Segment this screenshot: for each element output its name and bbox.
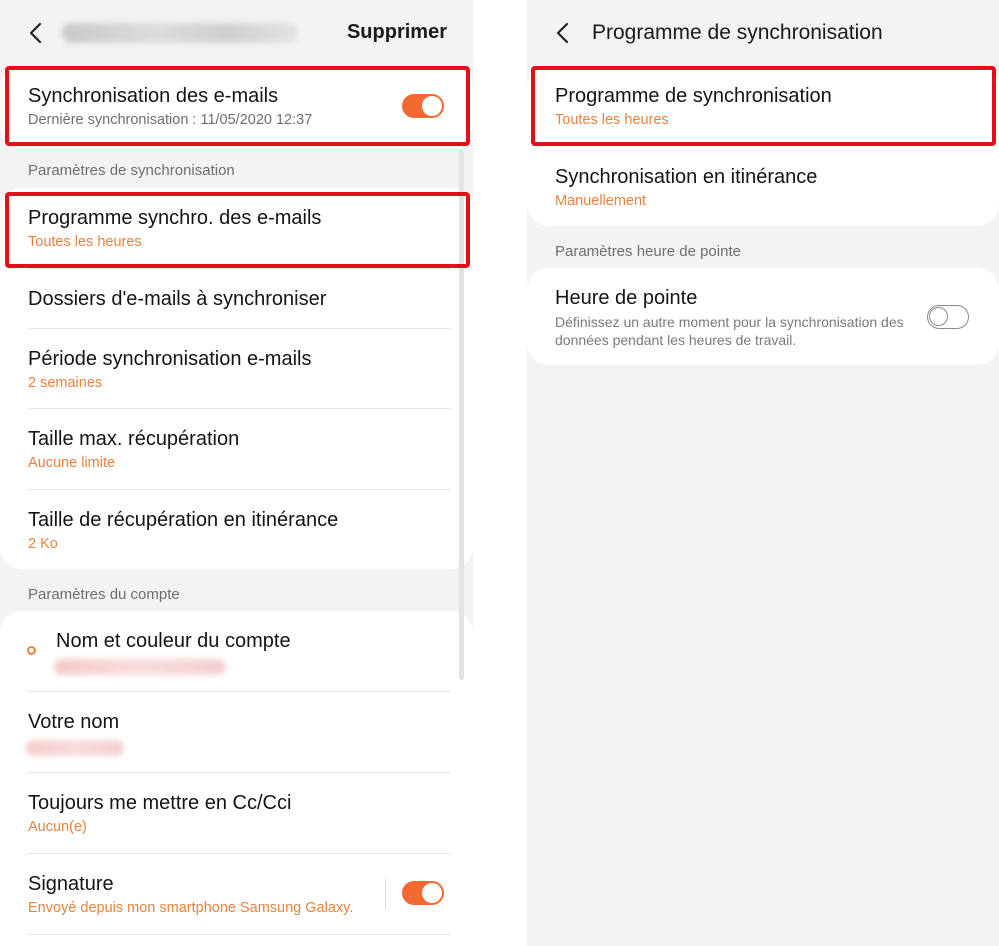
toggle-separator xyxy=(385,879,386,909)
sync-schedule-row[interactable]: Programme synchro. des e-mails Toutes le… xyxy=(0,188,473,268)
divider xyxy=(28,934,451,935)
sync-emails-card: Synchronisation des e-mails Dernière syn… xyxy=(0,66,473,146)
back-arrow-icon[interactable] xyxy=(551,20,575,46)
sync-schedule-row[interactable]: Programme de synchronisation Toutes les … xyxy=(527,66,999,146)
peak-settings-card: Heure de pointe Définissez un autre mome… xyxy=(527,268,999,365)
peak-time-title: Heure de pointe xyxy=(555,287,698,309)
account-name-color-title: Nom et couleur du compte xyxy=(56,630,291,652)
signature-row[interactable]: Signature Envoyé depuis mon smartphone S… xyxy=(0,854,473,934)
peak-time-description: Définissez un autre moment pour la synch… xyxy=(555,314,904,348)
signature-value: Envoyé depuis mon smartphone Samsung Gal… xyxy=(28,900,354,916)
your-name-title: Votre nom xyxy=(28,711,120,733)
sync-schedule-value: Toutes les heures xyxy=(555,112,669,128)
sync-emails-toggle[interactable] xyxy=(402,94,444,118)
last-sync-text: Dernière synchronisation : 11/05/2020 12… xyxy=(28,112,313,128)
roaming-retrieval-size-value: 2 Ko xyxy=(28,536,58,552)
scrollbar[interactable] xyxy=(459,150,464,680)
sync-settings-section-label: Paramètres de synchronisation xyxy=(28,162,235,179)
always-cc-row[interactable]: Toujours me mettre en Cc/Cci Aucun(e) xyxy=(0,773,473,853)
sync-schedule-value: Toutes les heures xyxy=(28,234,142,250)
folders-to-sync-row[interactable]: Dossiers d'e-mails à synchroniser xyxy=(0,269,473,329)
account-settings-card: Nom et couleur du compte Votre nom Toujo… xyxy=(0,611,473,946)
your-name-row[interactable]: Votre nom xyxy=(0,692,473,772)
roaming-retrieval-size-row[interactable]: Taille de récupération en itinérance 2 K… xyxy=(0,490,473,569)
top-app-bar: Supprimer xyxy=(0,0,473,66)
always-cc-title: Toujours me mettre en Cc/Cci xyxy=(28,792,292,814)
max-retrieval-size-row[interactable]: Taille max. récupération Aucune limite xyxy=(0,409,473,489)
max-retrieval-size-title: Taille max. récupération xyxy=(28,428,240,450)
signature-toggle[interactable] xyxy=(402,881,444,905)
sync-emails-row[interactable]: Synchronisation des e-mails Dernière syn… xyxy=(0,66,473,146)
roaming-sync-value: Manuellement xyxy=(555,193,647,209)
roaming-retrieval-size-title: Taille de récupération en itinérance xyxy=(28,509,339,531)
roaming-sync-row[interactable]: Synchronisation en itinérance Manuelleme… xyxy=(527,147,999,226)
back-arrow-icon[interactable] xyxy=(24,20,48,46)
sync-schedule-title: Programme synchro. des e-mails xyxy=(28,207,322,229)
sync-schedule-title: Programme de synchronisation xyxy=(555,85,832,107)
sync-period-row[interactable]: Période synchronisation e-mails 2 semain… xyxy=(0,329,473,409)
circle-outline-icon xyxy=(27,646,36,655)
max-retrieval-size-value: Aucune limite xyxy=(28,455,116,471)
sync-settings-card: Programme synchro. des e-mails Toutes le… xyxy=(0,188,473,569)
sync-period-value: 2 semaines xyxy=(28,375,103,391)
roaming-sync-title: Synchronisation en itinérance xyxy=(555,166,818,188)
peak-time-row[interactable]: Heure de pointe Définissez un autre mome… xyxy=(527,268,999,365)
always-cc-value: Aucun(e) xyxy=(28,819,87,835)
your-name-value xyxy=(26,740,124,756)
sync-emails-title: Synchronisation des e-mails xyxy=(28,85,279,107)
sync-schedule-screen: Programme de synchronisation Programme d… xyxy=(527,0,999,946)
sync-period-title: Période synchronisation e-mails xyxy=(28,348,312,370)
account-name-value xyxy=(54,659,226,675)
top-app-bar: Programme de synchronisation xyxy=(527,0,999,66)
folders-to-sync-title: Dossiers d'e-mails à synchroniser xyxy=(28,288,327,310)
account-name-color-row[interactable]: Nom et couleur du compte xyxy=(0,611,473,691)
signature-title: Signature xyxy=(28,873,114,895)
peak-time-toggle[interactable] xyxy=(927,305,969,329)
peak-settings-section-label: Paramètres heure de pointe xyxy=(555,243,741,260)
delete-button[interactable]: Supprimer xyxy=(347,21,447,44)
page-title: Programme de synchronisation xyxy=(592,21,883,44)
account-settings-screen: Supprimer Synchronisation des e-mails De… xyxy=(0,0,473,946)
sync-schedule-card: Programme de synchronisation Toutes les … xyxy=(527,66,999,226)
account-email-title xyxy=(62,23,298,43)
account-settings-section-label: Paramètres du compte xyxy=(28,586,180,603)
